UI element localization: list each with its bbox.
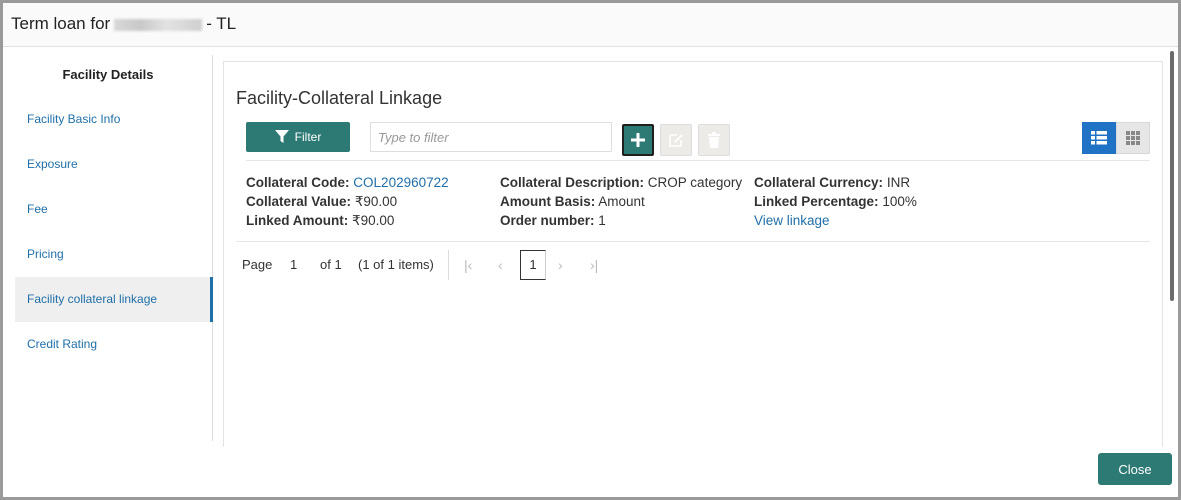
title-suffix: - TL — [206, 14, 237, 33]
filter-button[interactable]: Filter — [246, 122, 350, 152]
collateral-value: Collateral Value: ₹90.00 — [246, 194, 397, 210]
collateral-code: Collateral Code: COL202960722 — [246, 175, 449, 190]
amount-basis-label: Amount Basis: — [500, 194, 596, 209]
edit-button[interactable] — [660, 124, 692, 156]
grid-view-button[interactable] — [1116, 122, 1150, 154]
main-panel: Facility-Collateral Linkage Filter Type … — [223, 61, 1163, 447]
sidebar-item-facility-basic-info[interactable]: Facility Basic Info — [15, 97, 213, 142]
linked-amount-value: ₹90.00 — [352, 213, 395, 228]
collateral-code-link[interactable]: COL202960722 — [353, 175, 448, 190]
grid-view-icon — [1126, 131, 1140, 145]
delete-button[interactable] — [698, 124, 730, 156]
collateral-description-value: CROP category — [647, 175, 743, 190]
collateral-currency: Collateral Currency: INR — [754, 175, 910, 190]
page-of-label: of 1 — [320, 257, 342, 272]
order-number-value: 1 — [598, 213, 606, 228]
sidebar-item-exposure[interactable]: Exposure — [15, 142, 213, 187]
collateral-currency-value: INR — [886, 175, 911, 190]
collateral-value-label: Collateral Value: — [246, 194, 352, 209]
current-page-button[interactable]: 1 — [520, 250, 546, 280]
filter-input[interactable] — [370, 122, 612, 152]
collateral-code-label: Collateral Code: — [246, 175, 350, 190]
linked-percentage-value: 100% — [882, 194, 917, 209]
next-page-icon[interactable]: › — [558, 257, 563, 273]
sidebar-item-credit-rating[interactable]: Credit Rating — [15, 322, 213, 367]
previous-page-icon[interactable]: ‹ — [498, 257, 503, 273]
order-number: Order number: 1 — [500, 213, 606, 228]
pager-divider — [448, 250, 449, 280]
trash-icon — [708, 132, 720, 148]
close-button[interactable]: Close — [1098, 453, 1172, 485]
page-label: Page — [242, 257, 273, 272]
order-number-label: Order number: — [500, 213, 595, 228]
sidebar-item-pricing[interactable]: Pricing — [15, 232, 213, 277]
vertical-scrollbar[interactable] — [1168, 51, 1176, 311]
collateral-currency-label: Collateral Currency: — [754, 175, 884, 190]
page-title: Facility-Collateral Linkage — [236, 88, 443, 108]
modal-window: Term loan for - TL Facility Details Facil… — [0, 0, 1181, 500]
last-page-icon[interactable]: ›| — [590, 257, 598, 273]
filter-icon — [274, 130, 289, 143]
amount-basis-value: Amount — [598, 194, 645, 209]
sidebar-item-facility-collateral-linkage[interactable]: Facility collateral linkage — [15, 277, 213, 322]
toolbar-divider — [246, 160, 1150, 161]
plus-icon — [631, 133, 645, 147]
amount-basis: Amount Basis: Amount — [500, 194, 645, 209]
list-view-icon — [1091, 131, 1107, 145]
title-bar: Term loan for - TL — [3, 3, 1178, 47]
collateral-description: Collateral Description: CROP category — [500, 175, 742, 190]
filter-button-label: Filter — [294, 130, 322, 144]
add-button[interactable] — [622, 124, 654, 156]
linked-amount: Linked Amount: ₹90.00 — [246, 213, 394, 229]
redacted-name — [114, 18, 203, 31]
sidebar: Facility Details Facility Basic Info Exp… — [13, 55, 213, 441]
sidebar-item-fee[interactable]: Fee — [15, 187, 213, 232]
items-count: (1 of 1 items) — [358, 257, 434, 272]
window-title: Term loan for - TL — [11, 14, 236, 34]
linked-amount-label: Linked Amount: — [246, 213, 349, 228]
edit-icon — [669, 134, 683, 147]
collateral-description-label: Collateral Description: — [500, 175, 645, 190]
sidebar-heading: Facility Details — [62, 67, 154, 82]
collateral-value-value: ₹90.00 — [354, 194, 398, 209]
linked-percentage: Linked Percentage: 100% — [754, 194, 917, 209]
linked-percentage-label: Linked Percentage: — [754, 194, 879, 209]
title-prefix: Term loan for — [11, 14, 111, 33]
first-page-icon[interactable]: |‹ — [464, 257, 472, 273]
record-divider — [236, 241, 1150, 242]
view-linkage-link[interactable]: View linkage — [754, 213, 830, 228]
scrollbar-thumb[interactable] — [1170, 51, 1174, 301]
list-view-button[interactable] — [1082, 122, 1116, 154]
page-number-input[interactable]: 1 — [290, 257, 297, 272]
view-linkage: View linkage — [754, 213, 830, 228]
